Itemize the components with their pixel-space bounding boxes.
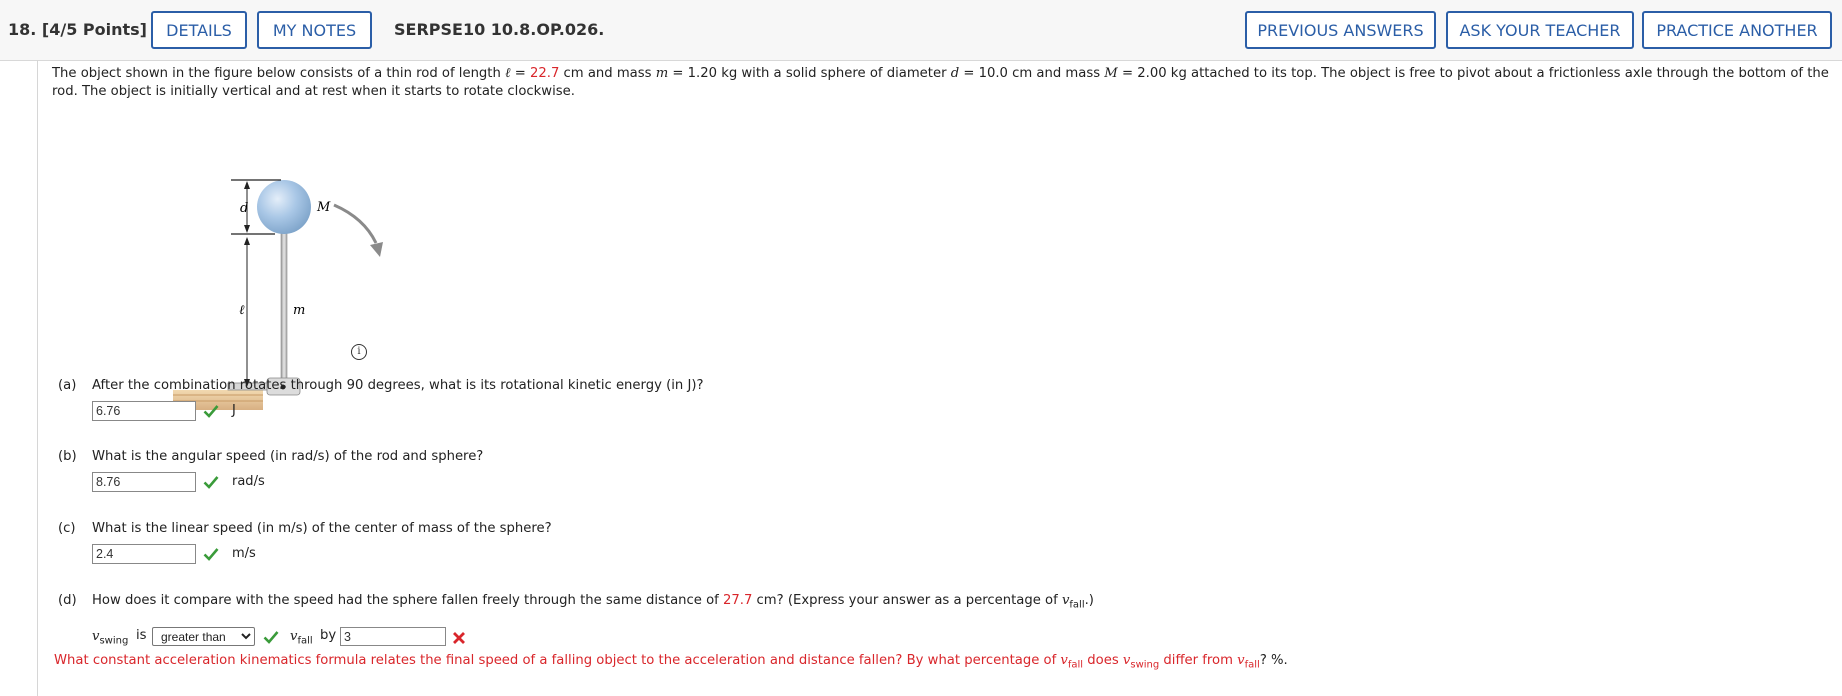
question-number: 18. [4/5 Points] <box>8 20 147 39</box>
problem-code: SERPSE10 10.8.OP.026. <box>394 20 605 39</box>
part-question: How does it compare with the speed had t… <box>92 593 1094 611</box>
label-d: d <box>240 201 248 216</box>
part-question: After the combination rotates through 90… <box>92 378 704 393</box>
distance-value: 27.7 <box>722 593 753 608</box>
rotation-arrow <box>333 203 378 244</box>
part-label: (d) <box>58 593 77 608</box>
part-label: (c) <box>58 521 76 536</box>
label-m: m <box>293 303 305 318</box>
info-icon[interactable]: i <box>351 344 367 360</box>
ask-your-teacher-button[interactable]: ASK YOUR TEACHER <box>1446 11 1634 49</box>
correct-check-icon <box>263 631 279 644</box>
rod-sphere-figure: d ℓ M m <box>173 179 383 410</box>
unit-label: rad/s <box>232 474 265 489</box>
part-label: (a) <box>58 378 77 393</box>
previous-answers-button[interactable]: PREVIOUS ANSWERS <box>1245 11 1436 49</box>
problem-statement: The object shown in the figure below con… <box>52 66 1829 99</box>
correct-check-icon <box>203 548 219 561</box>
question-header: 18. [4/5 Points] DETAILS MY NOTES SERPSE… <box>0 0 1842 61</box>
correct-check-icon <box>203 405 219 418</box>
details-button[interactable]: DETAILS <box>151 11 247 49</box>
part-question: What is the angular speed (in rad/s) of … <box>92 449 484 464</box>
answer-input-b[interactable] <box>92 472 196 492</box>
label-ell: ℓ <box>239 303 245 318</box>
rod <box>280 230 288 384</box>
length-value: 22.7 <box>529 66 560 81</box>
hint-feedback: What constant acceleration kinematics fo… <box>54 653 1288 671</box>
answer-input-c[interactable] <box>92 544 196 564</box>
part-label: (b) <box>58 449 77 464</box>
unit-label: m/s <box>232 546 256 561</box>
my-notes-button[interactable]: MY NOTES <box>257 11 372 49</box>
incorrect-x-icon <box>453 632 465 644</box>
correct-check-icon <box>203 476 219 489</box>
answer-input-d[interactable] <box>340 627 446 646</box>
v-fall-symbol: vfall <box>290 629 313 647</box>
v-swing-symbol: vswing <box>92 629 129 647</box>
part-question: What is the linear speed (in m/s) of the… <box>92 521 552 536</box>
comparison-select[interactable]: greater than <box>152 627 255 646</box>
practice-another-button[interactable]: PRACTICE ANOTHER <box>1642 11 1832 49</box>
unit-label: J <box>232 403 236 418</box>
question-body: The object shown in the figure below con… <box>37 60 1842 696</box>
label-M: M <box>316 200 331 215</box>
answer-row: vswing is greater than vfall by <box>92 627 592 649</box>
sphere <box>257 180 311 234</box>
answer-input-a[interactable] <box>92 401 196 421</box>
